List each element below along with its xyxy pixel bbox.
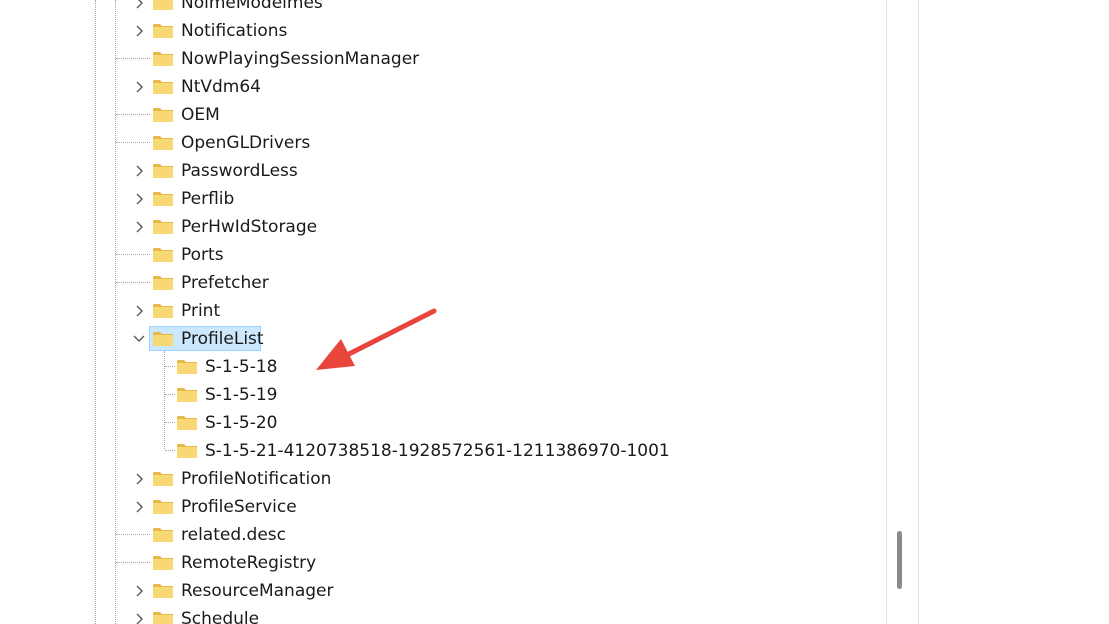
folder-icon — [152, 77, 174, 97]
tree-item[interactable]: ProfileNotification — [0, 465, 886, 493]
tree-connector — [165, 394, 175, 395]
folder-icon — [176, 441, 198, 461]
tree-item-label[interactable]: ProfileList — [178, 325, 267, 353]
tree-item-label[interactable]: Schedule — [178, 605, 262, 624]
tree-item[interactable]: ProfileList — [0, 325, 886, 353]
tree-item[interactable]: OpenGLDrivers — [0, 129, 886, 157]
tree-item[interactable]: Print — [0, 297, 886, 325]
tree-item-label[interactable]: ProfileNotification — [178, 465, 334, 493]
tree-item[interactable]: PerHwIdStorage — [0, 213, 886, 241]
tree-item-label[interactable]: ResourceManager — [178, 577, 336, 605]
tree-connector — [116, 58, 150, 59]
tree-item-label[interactable]: PerHwIdStorage — [178, 213, 320, 241]
chevron-right-icon[interactable] — [132, 24, 146, 38]
registry-key-tree[interactable]: NolmeModelmes Notifications NowPlayingSess… — [0, 0, 886, 624]
folder-icon — [176, 413, 198, 433]
tree-item[interactable]: PasswordLess — [0, 157, 886, 185]
folder-icon — [152, 133, 174, 153]
chevron-right-icon[interactable] — [132, 612, 146, 624]
folder-icon — [152, 497, 174, 517]
tree-connector — [116, 142, 150, 143]
tree-connector — [116, 114, 150, 115]
folder-icon — [152, 301, 174, 321]
tree-item[interactable]: ResourceManager — [0, 577, 886, 605]
chevron-right-icon[interactable] — [132, 220, 146, 234]
tree-item[interactable]: Notifications — [0, 17, 886, 45]
tree-connector — [165, 422, 175, 423]
tree-item-label[interactable]: Prefetcher — [178, 269, 272, 297]
folder-icon — [152, 245, 174, 265]
tree-item-label[interactable]: Ports — [178, 241, 227, 269]
tree-item[interactable]: RemoteRegistry — [0, 549, 886, 577]
chevron-right-icon[interactable] — [132, 500, 146, 514]
chevron-right-icon[interactable] — [132, 80, 146, 94]
tree-connector — [116, 534, 150, 535]
tree-item-label[interactable]: NtVdm64 — [178, 73, 264, 101]
folder-icon — [152, 329, 174, 349]
tree-item[interactable]: NolmeModelmes — [0, 0, 886, 17]
tree-item[interactable]: Prefetcher — [0, 269, 886, 297]
folder-icon — [152, 105, 174, 125]
chevron-right-icon[interactable] — [132, 192, 146, 206]
tree-item[interactable]: OEM — [0, 101, 886, 129]
tree-item-label[interactable]: S-1-5-19 — [202, 381, 280, 409]
folder-icon — [176, 385, 198, 405]
tree-connector — [165, 450, 175, 451]
tree-connector — [116, 562, 150, 563]
scrollbar-thumb[interactable] — [897, 531, 902, 589]
vertical-scrollbar[interactable] — [887, 0, 918, 624]
folder-icon — [152, 161, 174, 181]
folder-icon — [176, 357, 198, 377]
folder-icon — [152, 581, 174, 601]
tree-item[interactable]: S-1-5-21-4120738518-1928572561-121138697… — [0, 437, 886, 465]
tree-connector — [116, 282, 150, 283]
chevron-right-icon[interactable] — [132, 472, 146, 486]
tree-item-label[interactable]: related.desc — [178, 521, 289, 549]
tree-item-label[interactable]: NolmeModelmes — [178, 0, 326, 17]
tree-item-label[interactable]: ProfileService — [178, 493, 300, 521]
tree-item[interactable]: ProfileService — [0, 493, 886, 521]
tree-item[interactable]: S-1-5-20 — [0, 409, 886, 437]
tree-item[interactable]: S-1-5-18 — [0, 353, 886, 381]
tree-item[interactable]: Ports — [0, 241, 886, 269]
tree-item[interactable]: Schedule — [0, 605, 886, 624]
tree-item-label[interactable]: S-1-5-21-4120738518-1928572561-121138697… — [202, 437, 673, 465]
folder-icon — [152, 273, 174, 293]
tree-item-label[interactable]: Print — [178, 297, 223, 325]
folder-icon — [152, 0, 174, 13]
folder-icon — [152, 553, 174, 573]
tree-item[interactable]: NtVdm64 — [0, 73, 886, 101]
tree-item-label[interactable]: Perflib — [178, 185, 237, 213]
chevron-down-icon[interactable] — [132, 332, 146, 346]
folder-icon — [152, 189, 174, 209]
tree-connector — [116, 254, 150, 255]
folder-icon — [152, 49, 174, 69]
tree-item[interactable]: NowPlayingSessionManager — [0, 45, 886, 73]
tree-item[interactable]: related.desc — [0, 521, 886, 549]
tree-item-label[interactable]: OpenGLDrivers — [178, 129, 313, 157]
tree-connector — [165, 366, 175, 367]
tree-item-label[interactable]: RemoteRegistry — [178, 549, 319, 577]
tree-item-label[interactable]: OEM — [178, 101, 223, 129]
folder-icon — [152, 469, 174, 489]
tree-item[interactable]: Perflib — [0, 185, 886, 213]
folder-icon — [152, 525, 174, 545]
chevron-right-icon[interactable] — [132, 304, 146, 318]
tree-rows: NolmeModelmes Notifications NowPlayingSess… — [0, 0, 886, 624]
chevron-right-icon[interactable] — [132, 164, 146, 178]
tree-item[interactable]: S-1-5-19 — [0, 381, 886, 409]
registry-values-pane[interactable] — [919, 0, 1109, 624]
tree-item-label[interactable]: S-1-5-18 — [202, 353, 280, 381]
tree-item-label[interactable]: NowPlayingSessionManager — [178, 45, 422, 73]
tree-item-label[interactable]: PasswordLess — [178, 157, 301, 185]
folder-icon — [152, 609, 174, 624]
tree-item-label[interactable]: Notifications — [178, 17, 290, 45]
chevron-right-icon[interactable] — [132, 584, 146, 598]
tree-item-label[interactable]: S-1-5-20 — [202, 409, 280, 437]
chevron-right-icon[interactable] — [132, 0, 146, 10]
folder-icon — [152, 21, 174, 41]
folder-icon — [152, 217, 174, 237]
